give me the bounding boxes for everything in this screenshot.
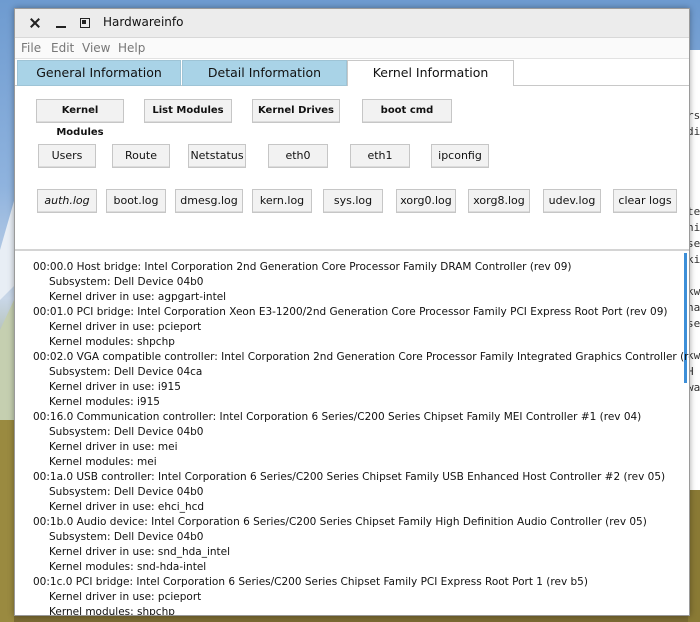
menubar: File Edit View Help	[15, 38, 689, 59]
output-line: 00:16.0 Communication controller: Intel …	[33, 411, 642, 423]
users-button[interactable]: Users	[38, 144, 96, 168]
hardwareinfo-window: Hardwareinfo File Edit View Help General…	[14, 8, 690, 616]
boot-log-button[interactable]: boot.log	[106, 189, 166, 213]
tab-detail-information[interactable]: Detail Information	[182, 60, 347, 86]
kern-log-button[interactable]: kern.log	[252, 189, 312, 213]
eth1-button[interactable]: eth1	[350, 144, 410, 168]
output-line: Kernel modules: i915	[49, 396, 160, 408]
tab-bar: General Information Detail Information K…	[15, 59, 689, 87]
menu-file[interactable]: File	[21, 41, 41, 55]
output-line: Kernel driver in use: ehci_hcd	[49, 501, 205, 513]
dmesg-log-button[interactable]: dmesg.log	[175, 189, 243, 213]
menu-edit[interactable]: Edit	[51, 41, 74, 55]
eth0-button[interactable]: eth0	[268, 144, 328, 168]
output-line: Subsystem: Dell Device 04b0	[49, 486, 204, 498]
output-text-area[interactable]: 00:00.0 Host bridge: Intel Corporation 2…	[15, 251, 689, 615]
minimize-icon[interactable]	[55, 17, 67, 29]
auth-log-button[interactable]: auth.log	[37, 189, 97, 213]
output-line: Kernel driver in use: mei	[49, 441, 178, 453]
output-line: Kernel driver in use: pcieport	[49, 321, 202, 333]
output-line: Subsystem: Dell Device 04b0	[49, 531, 204, 543]
sys-log-button[interactable]: sys.log	[323, 189, 383, 213]
titlebar: Hardwareinfo	[15, 9, 689, 38]
output-line: Kernel driver in use: agpgart-intel	[49, 291, 227, 303]
output-line: Subsystem: Dell Device 04b0	[49, 276, 204, 288]
output-line: Kernel driver in use: i915	[49, 381, 181, 393]
xorg0-log-button[interactable]: xorg0.log	[396, 189, 456, 213]
xorg8-log-button[interactable]: xorg8.log	[468, 189, 530, 213]
menu-help[interactable]: Help	[118, 41, 145, 55]
output-line: 00:00.0 Host bridge: Intel Corporation 2…	[33, 261, 572, 273]
output-line: Kernel modules: shpchp	[49, 606, 175, 615]
output-line: Kernel driver in use: pcieport	[49, 591, 202, 603]
route-button[interactable]: Route	[112, 144, 170, 168]
kernel-drives-button[interactable]: Kernel Drives	[252, 99, 340, 123]
output-scrollbar[interactable]	[684, 253, 687, 383]
output-line: 00:1b.0 Audio device: Intel Corporation …	[33, 516, 647, 528]
command-buttons-panel: Kernel Modules List Modules Kernel Drive…	[15, 86, 689, 251]
window-title: Hardwareinfo	[103, 15, 184, 29]
output-line: Subsystem: Dell Device 04ca	[49, 366, 203, 378]
output-line: 00:1c.0 PCI bridge: Intel Corporation 6 …	[33, 576, 588, 588]
output-line: Kernel modules: mei	[49, 456, 157, 468]
close-icon[interactable]	[29, 17, 41, 29]
tab-general-information[interactable]: General Information	[17, 60, 181, 86]
output-line: 00:01.0 PCI bridge: Intel Corporation Xe…	[33, 306, 668, 318]
maximize-icon[interactable]	[79, 17, 91, 29]
output-line: Kernel modules: snd-hda-intel	[49, 561, 207, 573]
output-line: 00:02.0 VGA compatible controller: Intel…	[33, 351, 689, 363]
ipconfig-button[interactable]: ipconfig	[431, 144, 489, 168]
output-line: Kernel modules: shpchp	[49, 336, 175, 348]
netstatus-button[interactable]: Netstatus	[188, 144, 246, 168]
udev-log-button[interactable]: udev.log	[543, 189, 601, 213]
output-line: Kernel driver in use: snd_hda_intel	[49, 546, 231, 558]
clear-logs-button[interactable]: clear logs	[613, 189, 677, 213]
output-line: 00:1a.0 USB controller: Intel Corporatio…	[33, 471, 666, 483]
boot-cmd-button[interactable]: boot cmd	[362, 99, 452, 123]
output-line: Subsystem: Dell Device 04b0	[49, 426, 204, 438]
kernel-modules-button[interactable]: Kernel Modules	[36, 99, 124, 138]
tab-kernel-information[interactable]: Kernel Information	[347, 60, 514, 87]
menu-view[interactable]: View	[82, 41, 110, 55]
list-modules-button[interactable]: List Modules	[144, 99, 232, 123]
